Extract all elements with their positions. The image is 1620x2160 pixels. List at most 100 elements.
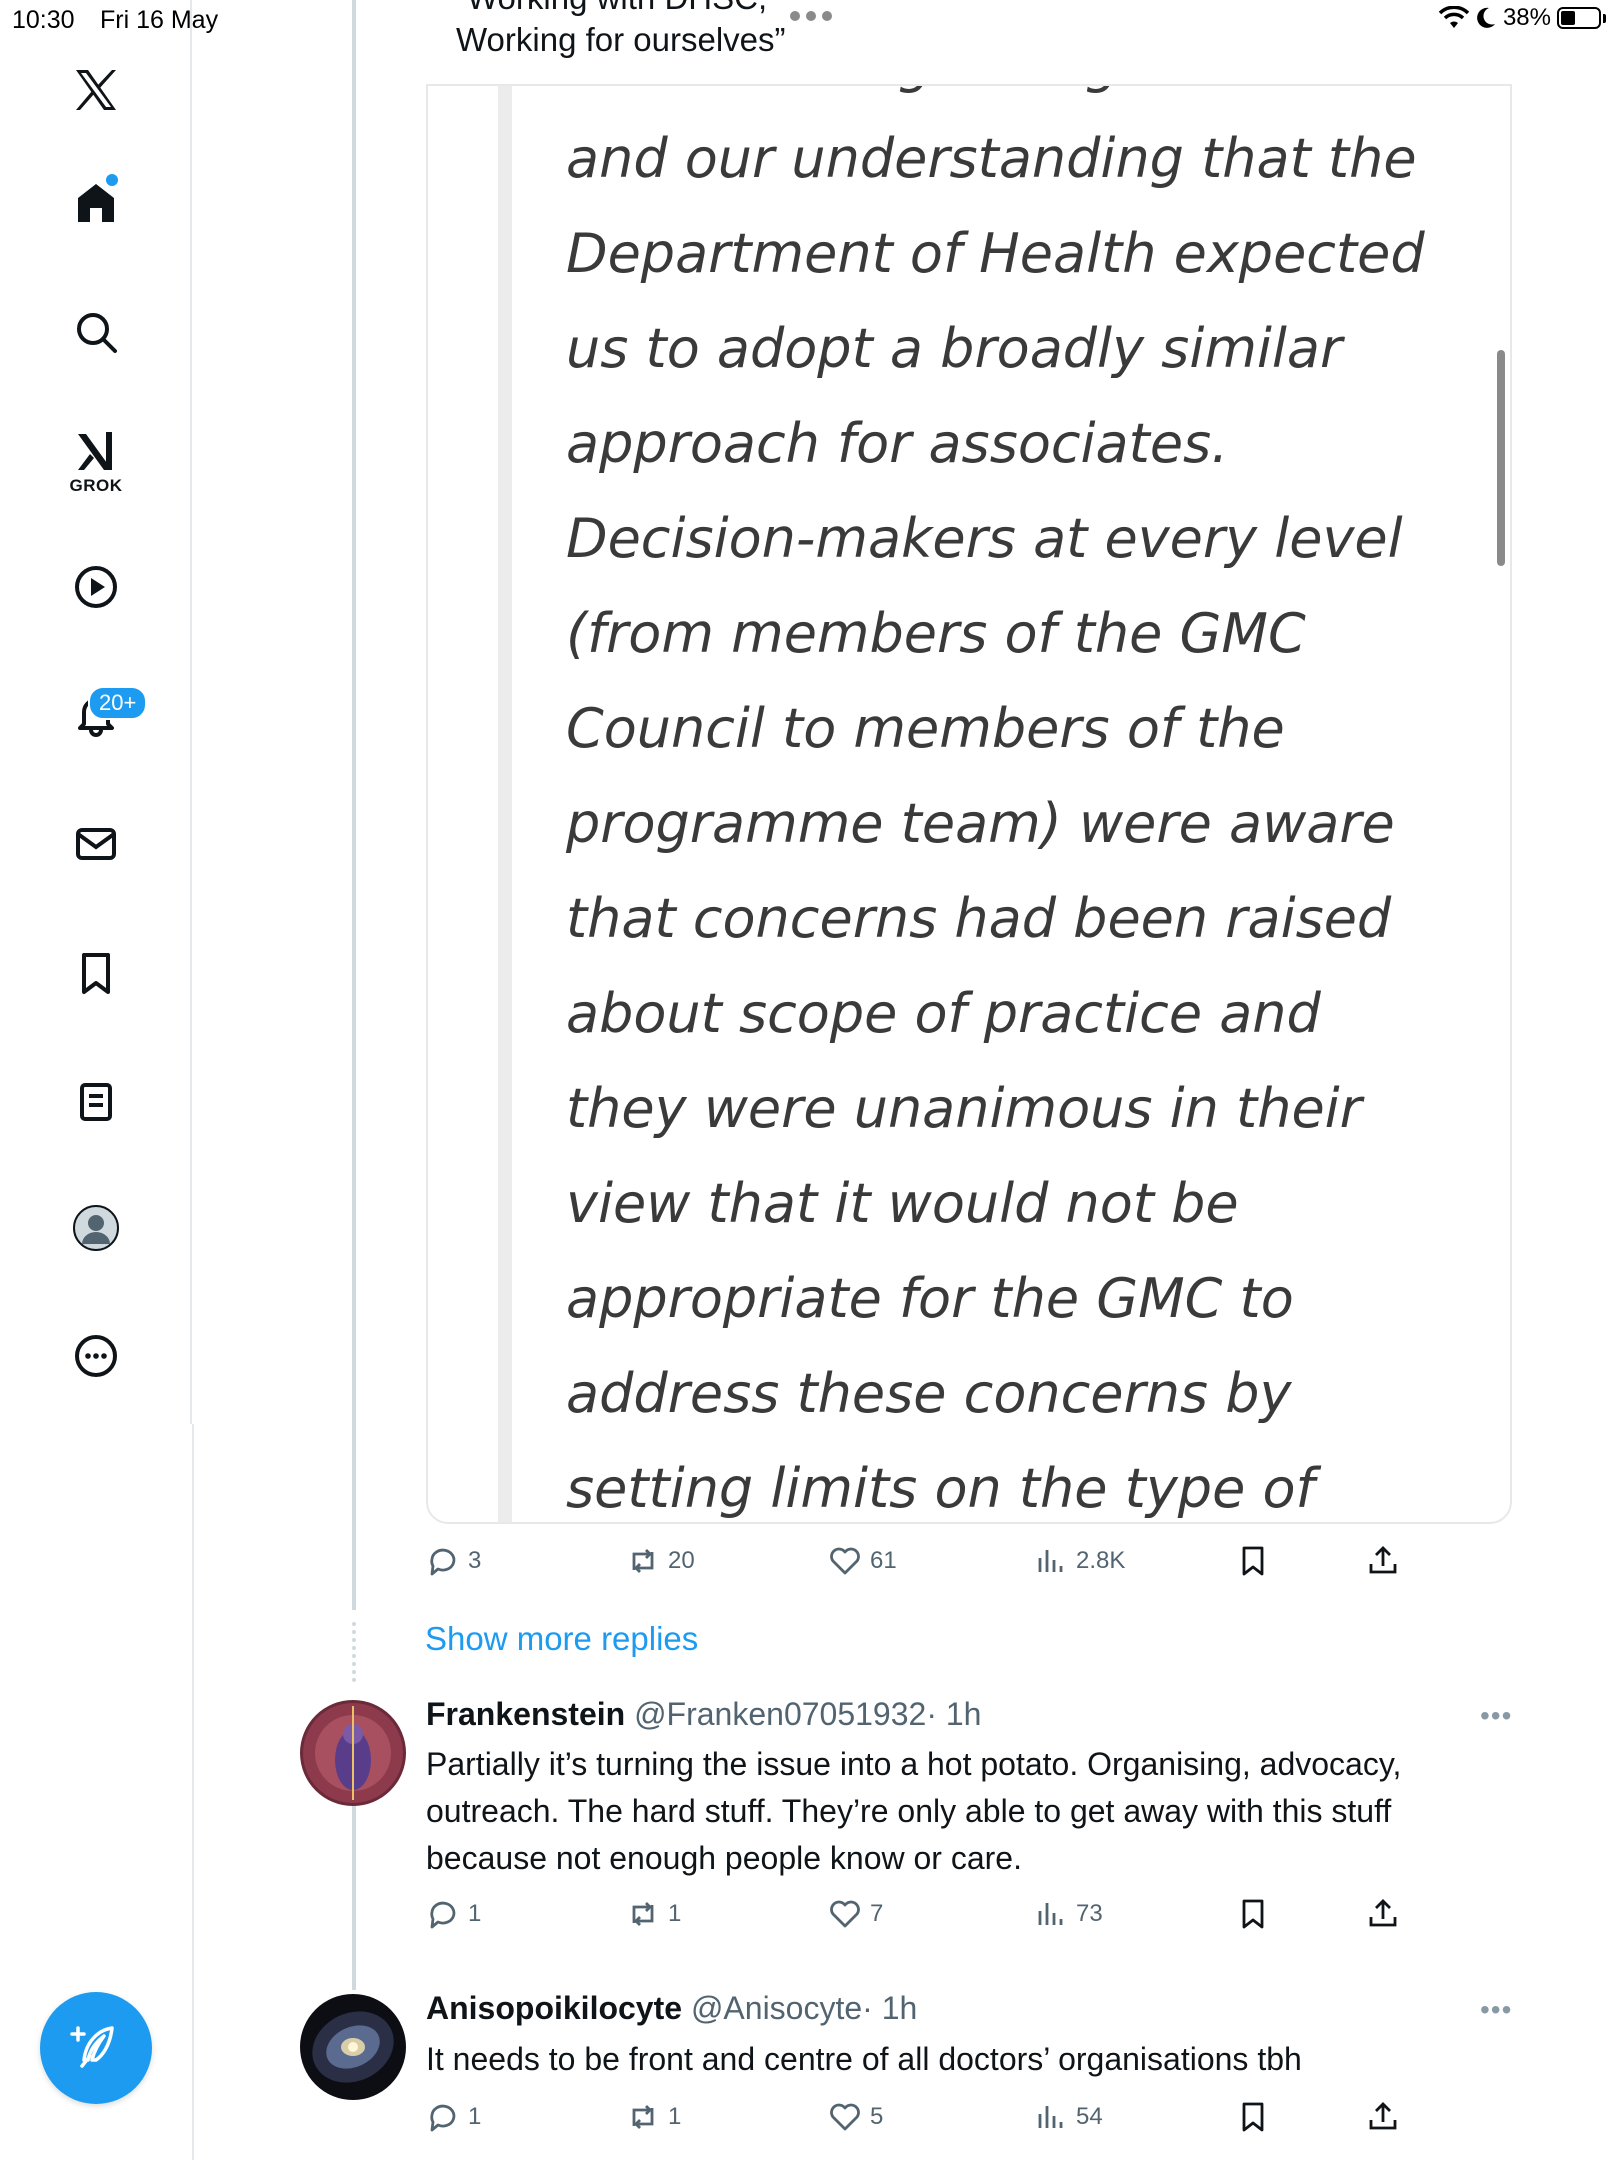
like-button[interactable]: 61: [828, 1544, 897, 1578]
compose-button[interactable]: [40, 1992, 152, 2104]
views-button[interactable]: 54: [1034, 2100, 1103, 2134]
like-count: 5: [870, 2103, 884, 2130]
reply-author-handle[interactable]: @Franken07051932: [634, 1696, 926, 1732]
reply-button[interactable]: 1: [426, 1897, 481, 1931]
bookmark-icon: [1242, 1546, 1264, 1576]
tweet-media-image[interactable]: model for regulating doctors and our unde…: [426, 84, 1512, 1524]
search-icon[interactable]: [66, 302, 126, 362]
media-text-line: address these concerns by: [566, 1362, 1292, 1425]
media-text-line: us to adopt a broadly similar: [566, 317, 1343, 380]
media-text-line: they were unanimous in their: [566, 1077, 1362, 1140]
views-chart-icon: [1038, 1903, 1063, 1925]
lists-icon[interactable]: [66, 1072, 126, 1132]
multitasking-dots-icon[interactable]: [789, 10, 833, 22]
like-count: 61: [870, 1547, 897, 1574]
heart-icon: [830, 2103, 860, 2131]
profile-avatar-icon[interactable]: [66, 1198, 126, 1258]
reply-icon: [430, 1548, 456, 1576]
reply-icon: [430, 2104, 456, 2132]
media-text-line: about scope of practice and: [566, 982, 1321, 1045]
retweet-count: 1: [668, 1900, 682, 1927]
battery-percent: 38%: [1502, 4, 1551, 31]
reply-more-icon[interactable]: •••: [1480, 1994, 1512, 2026]
more-options-icon[interactable]: [66, 1326, 126, 1386]
grok-label: GROK: [69, 476, 123, 495]
reply-author-handle[interactable]: @Anisocyte: [691, 1990, 862, 2026]
views-count: 2.8K: [1076, 1547, 1126, 1574]
reply-more-icon[interactable]: •••: [1480, 1700, 1512, 1732]
share-icon: [1369, 1546, 1397, 1574]
bookmark-button[interactable]: [1236, 1544, 1270, 1578]
home-unread-dot: [106, 174, 118, 186]
media-text-line: Council to members of the: [566, 697, 1285, 760]
views-count: 73: [1076, 1900, 1103, 1927]
share-button[interactable]: [1366, 1544, 1400, 1578]
nav-divider: [192, 1424, 194, 2160]
views-count: 54: [1076, 2103, 1103, 2130]
reply-author-name[interactable]: Anisopoikilocyte: [426, 1990, 682, 2026]
media-text-line: view that it would not be: [566, 1172, 1239, 1235]
reply-count: 3: [468, 1547, 482, 1574]
tweet-actions: 3 20 61 2.8K: [426, 1544, 1426, 1584]
show-more-replies-link[interactable]: Show more replies: [425, 1620, 698, 1658]
media-text-line: (from members of the GMC: [566, 602, 1306, 665]
bookmark-icon: [1242, 2102, 1264, 2132]
media-text-line: appropriate for the GMC to: [566, 1267, 1294, 1330]
compose-feather-icon: [70, 2026, 114, 2068]
moon-icon: [1477, 7, 1495, 28]
video-icon[interactable]: [66, 557, 126, 617]
media-text-line: that concerns had been raised: [566, 887, 1392, 950]
reply-header: Anisopoikilocyte @Anisocyte· 1h: [426, 1990, 917, 2027]
reply-icon: [430, 1901, 456, 1929]
messages-icon[interactable]: [66, 814, 126, 874]
heart-icon: [830, 1900, 860, 1928]
retweet-icon: [632, 1549, 654, 1573]
retweet-button[interactable]: 20: [626, 1544, 695, 1578]
bookmarks-icon[interactable]: [66, 943, 126, 1003]
bookmark-button[interactable]: [1236, 2100, 1270, 2134]
media-text-line: Department of Health expected: [566, 222, 1425, 285]
like-button[interactable]: 5: [828, 2100, 883, 2134]
thread-gap-dots: [352, 1622, 356, 1682]
reply-count: 1: [468, 2103, 482, 2130]
scrollbar[interactable]: [1497, 350, 1505, 566]
reply-text: It needs to be front and centre of all d…: [426, 2041, 1302, 2077]
quote-bar: [498, 86, 512, 1522]
status-date: Fri 16 May: [100, 6, 219, 34]
views-chart-icon: [1038, 2106, 1063, 2128]
reply-actions: 1 1 7 73: [426, 1897, 1426, 1937]
like-button[interactable]: 7: [828, 1897, 883, 1931]
reply-text: Partially it’s turning the issue into a …: [426, 1746, 1402, 1876]
retweet-count: 1: [668, 2103, 682, 2130]
bookmark-icon: [1242, 1899, 1264, 1929]
share-button[interactable]: [1366, 1897, 1400, 1931]
reply-time[interactable]: · 1h: [926, 1696, 981, 1732]
battery-icon: [1557, 7, 1601, 29]
media-text-line: Decision-makers at every level: [566, 507, 1403, 570]
media-text-block: model for regulating doctors and our unde…: [566, 86, 1466, 1522]
notifications-badge: 20+: [88, 686, 148, 720]
avatar[interactable]: [300, 1700, 406, 1806]
reply-button[interactable]: 1: [426, 2100, 481, 2134]
reply-time[interactable]: · 1h: [862, 1990, 917, 2026]
reply-button[interactable]: 3: [426, 1544, 481, 1578]
heart-icon: [830, 1547, 860, 1575]
views-button[interactable]: 73: [1034, 1897, 1103, 1931]
avatar[interactable]: [300, 1994, 406, 2100]
retweet-button[interactable]: 1: [626, 2100, 681, 2134]
retweet-button[interactable]: 1: [626, 1897, 681, 1931]
x-logo-icon[interactable]: [66, 60, 126, 120]
views-button[interactable]: 2.8K: [1034, 1544, 1125, 1578]
reply-author-name[interactable]: Frankenstein: [426, 1696, 625, 1732]
media-text-line: setting limits on the type of: [566, 1457, 1315, 1520]
media-text-line: model for regulating doctors: [566, 86, 1466, 111]
share-button[interactable]: [1366, 2100, 1400, 2134]
retweet-icon: [632, 1902, 654, 1926]
share-icon: [1369, 1899, 1397, 1927]
views-chart-icon: [1038, 1550, 1063, 1572]
grok-icon[interactable]: [66, 420, 126, 480]
bookmark-button[interactable]: [1236, 1897, 1270, 1931]
reply-header: Frankenstein @Franken07051932· 1h: [426, 1696, 981, 1733]
like-count: 7: [870, 1900, 884, 1927]
media-text-line: and our understanding that the: [566, 127, 1417, 190]
